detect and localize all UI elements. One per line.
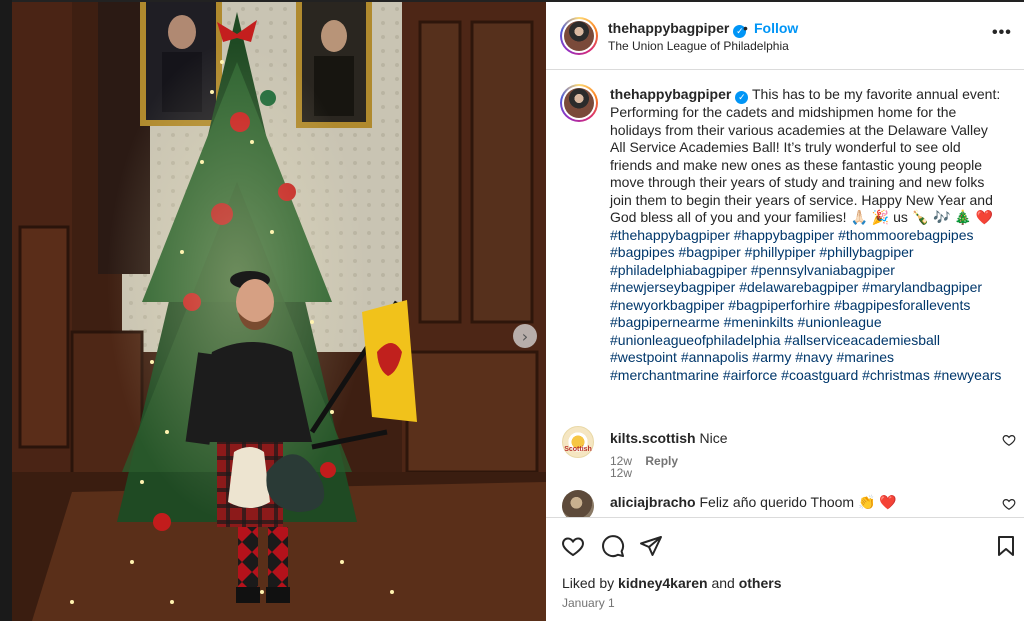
commenter-username[interactable]: aliciajbracho (610, 494, 696, 510)
action-bar: Liked by kidney4karen and others January… (546, 517, 1024, 621)
like-icon[interactable] (561, 534, 585, 558)
post-side-panel: thehappybagpiper ✓ • Follow The Union Lea… (546, 2, 1024, 621)
comment-meta: 12w Reply (610, 454, 678, 468)
caption-hashtags[interactable]: #thehappybagpiper #happybagpiper #thommo… (610, 227, 1001, 383)
post-photo[interactable]: › (12, 2, 546, 621)
caption-body: This has to be my favorite annual event:… (610, 86, 1001, 225)
author-username[interactable]: thehappybagpiper ✓ (608, 20, 747, 38)
caption-time: 12w (610, 466, 633, 480)
share-icon[interactable] (639, 534, 663, 558)
liked-by-user[interactable]: kidney4karen (618, 575, 708, 591)
page-left-edge (0, 0, 12, 621)
chevron-right-icon: › (521, 326, 529, 346)
comment-icon[interactable] (601, 534, 625, 558)
caption-avatar[interactable] (560, 84, 598, 122)
reply-button[interactable]: Reply (645, 454, 678, 468)
verified-icon: ✓ (735, 91, 749, 104)
liked-by-others[interactable]: others (739, 575, 782, 591)
comment-text: aliciajbracho Feliz año querido Thoom 👏 … (610, 494, 897, 511)
follow-button[interactable]: Follow (754, 20, 798, 36)
liked-by-text: Liked by kidney4karen and others (562, 575, 782, 591)
separator-dot: • (743, 20, 748, 36)
photo-illustration (12, 2, 546, 621)
caption-text: thehappybagpiper ✓ This has to be my favo… (610, 86, 1002, 384)
post-header: thehappybagpiper ✓ • Follow The Union Lea… (546, 2, 1024, 70)
next-photo-button[interactable]: › (513, 324, 537, 348)
author-avatar[interactable] (560, 17, 598, 55)
comment-time: 12w (610, 454, 633, 468)
location-link[interactable]: The Union League of Philadelphia (608, 39, 789, 53)
post-date: January 1 (562, 596, 615, 610)
commenter-username[interactable]: kilts.scottish (610, 430, 696, 446)
comment-like-icon[interactable] (1002, 497, 1016, 511)
save-icon[interactable] (994, 534, 1018, 558)
comment-body: Nice (699, 430, 728, 446)
more-options-icon[interactable]: ••• (992, 24, 1012, 42)
commenter-avatar[interactable]: Scottish (562, 426, 594, 458)
comment-text: kilts.scottish Nice (610, 430, 728, 446)
comment-like-icon[interactable] (1002, 433, 1016, 447)
caption-username[interactable]: thehappybagpiper (610, 86, 731, 102)
comment-body: Feliz año querido Thoom 👏 ❤️ (699, 494, 897, 510)
